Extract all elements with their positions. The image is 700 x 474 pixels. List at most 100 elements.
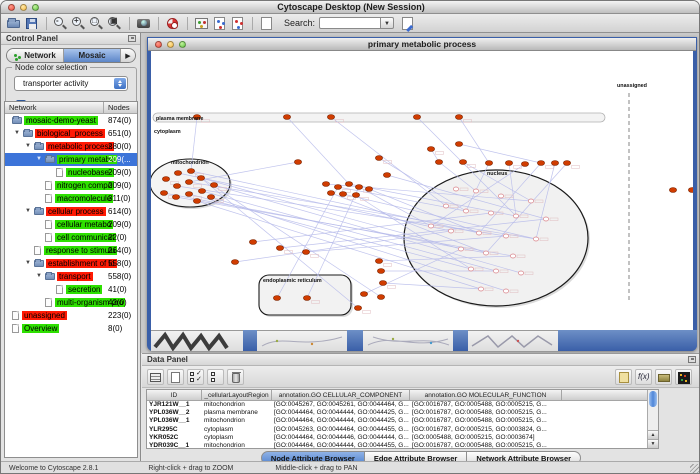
table-column-header[interactable]: ID	[147, 390, 202, 400]
zoom-in-icon[interactable]: +	[71, 16, 87, 31]
network-node-open[interactable]	[518, 271, 523, 275]
background-window-fragment[interactable]	[468, 330, 558, 351]
network-node[interactable]	[160, 191, 167, 196]
network-node[interactable]	[375, 259, 382, 264]
network-node-open[interactable]	[453, 187, 458, 191]
network-node[interactable]	[249, 240, 256, 245]
network-node-open[interactable]	[468, 267, 473, 271]
network-node[interactable]	[162, 177, 169, 182]
network-tree-row[interactable]: macromolecule311(0)	[5, 192, 137, 205]
delete-attribute-icon[interactable]	[227, 369, 244, 385]
network-node[interactable]	[327, 191, 334, 196]
network-node[interactable]	[455, 142, 462, 147]
new-attribute-icon[interactable]	[167, 369, 184, 385]
tab-mosaic[interactable]: Mosaic	[64, 49, 121, 62]
tree-column-network[interactable]: Network	[5, 102, 104, 113]
network-node[interactable]	[210, 183, 217, 188]
table-row[interactable]: YPL036W__2plasma membrane[GO:0044464, GO…	[147, 409, 658, 417]
network-node[interactable]	[375, 156, 382, 161]
network-node[interactable]	[294, 160, 301, 165]
background-window-edge[interactable]	[243, 330, 257, 351]
network-node[interactable]	[669, 188, 676, 193]
network-node[interactable]	[485, 161, 492, 166]
network-node[interactable]	[377, 269, 384, 274]
network-node[interactable]	[377, 295, 384, 300]
network-node[interactable]	[185, 192, 192, 197]
function-builder-icon[interactable]: f(x)	[635, 369, 652, 385]
network-tree-row[interactable]: Overview8(0)	[5, 322, 137, 335]
network-node[interactable]	[276, 246, 283, 251]
network-node-open[interactable]	[473, 189, 478, 193]
network-tree-row[interactable]: cell communicat22(0)	[5, 231, 137, 244]
table-column-header[interactable]: annotation.GO CELLULAR_COMPONENT	[272, 390, 410, 400]
snapshot-icon[interactable]	[136, 16, 152, 31]
copy-network-red-icon[interactable]	[230, 16, 246, 31]
network-tree-row[interactable]: secretion41(0)	[5, 283, 137, 296]
network-node[interactable]	[198, 189, 205, 194]
save-icon[interactable]	[24, 16, 40, 31]
network-node[interactable]	[173, 184, 180, 189]
network-node-open[interactable]	[528, 199, 533, 203]
network-node-open[interactable]	[503, 289, 508, 293]
network-node[interactable]	[327, 115, 334, 120]
preview-network-icon[interactable]	[194, 16, 210, 31]
network-tree-row[interactable]: mosaic-demo-yeast874(0)	[5, 114, 137, 127]
background-window-fragment[interactable]	[257, 330, 347, 351]
help-icon[interactable]	[165, 16, 181, 31]
network-node[interactable]	[273, 296, 280, 301]
network-node[interactable]	[427, 147, 434, 152]
network-node[interactable]	[688, 188, 693, 193]
zoom-selected-icon[interactable]: □	[89, 16, 105, 31]
network-node-open[interactable]	[476, 231, 481, 235]
network-node[interactable]	[360, 292, 367, 297]
network-node-open[interactable]	[513, 214, 518, 218]
network-node[interactable]	[185, 180, 192, 185]
network-node[interactable]	[455, 115, 462, 120]
network-tree-row[interactable]: multi-organism pro42(0)	[5, 296, 137, 309]
float-data-panel-icon[interactable]	[688, 356, 696, 363]
network-tree-row[interactable]: nitrogen compo209(0)	[5, 179, 137, 192]
node-color-dropdown[interactable]: transporter activity	[14, 76, 128, 91]
network-node[interactable]	[551, 161, 558, 166]
expand-arrow-icon[interactable]: ▼	[25, 208, 31, 214]
scroll-down-icon[interactable]: ▼	[648, 439, 658, 448]
network-node[interactable]	[231, 260, 238, 265]
network-node-open[interactable]	[458, 247, 463, 251]
expand-arrow-icon[interactable]: ▼	[36, 273, 42, 279]
network-node[interactable]	[322, 182, 329, 187]
network-node[interactable]	[334, 185, 341, 190]
table-row[interactable]: YPL036W__1mitochondrion[GO:0044464, GO:0…	[147, 417, 658, 425]
network-node[interactable]	[303, 296, 310, 301]
network-tree-row[interactable]: ▼biological_process651(0)	[5, 127, 137, 140]
network-node[interactable]	[352, 193, 359, 198]
network-node[interactable]	[435, 160, 442, 165]
resize-grip[interactable]	[690, 464, 699, 473]
network-tree-row[interactable]: ▼transport558(0)	[5, 270, 137, 283]
scroll-up-icon[interactable]: ▲	[648, 430, 658, 439]
network-node-open[interactable]	[503, 234, 508, 238]
advanced-search-icon[interactable]	[400, 16, 416, 31]
network-node[interactable]	[187, 169, 194, 174]
network-tree-row[interactable]: nucleobase-209(0)	[5, 166, 137, 179]
network-node-open[interactable]	[498, 194, 503, 198]
network-node[interactable]	[197, 176, 204, 181]
background-window-fragment[interactable]	[363, 330, 453, 351]
network-node[interactable]	[207, 195, 214, 200]
tab-network[interactable]: Network	[7, 49, 64, 62]
network-node[interactable]	[383, 173, 390, 178]
network-node[interactable]	[459, 160, 466, 165]
network-tree-row[interactable]: ▼metabolic process280(0)	[5, 140, 137, 153]
network-node[interactable]	[413, 115, 420, 120]
network-node-open[interactable]	[448, 229, 453, 233]
network-node[interactable]	[354, 306, 361, 311]
scrollbar-thumb[interactable]	[649, 391, 657, 407]
network-node-open[interactable]	[443, 204, 448, 208]
attribute-table-icon[interactable]	[147, 369, 164, 385]
network-node[interactable]	[174, 171, 181, 176]
tab-overflow-icon[interactable]: ▶	[121, 49, 135, 62]
network-node[interactable]	[345, 182, 352, 187]
import-attributes-icon[interactable]	[655, 369, 672, 385]
background-window-fragment[interactable]	[151, 330, 243, 351]
network-node-open[interactable]	[428, 224, 433, 228]
attribute-matrix-icon[interactable]	[675, 369, 692, 385]
